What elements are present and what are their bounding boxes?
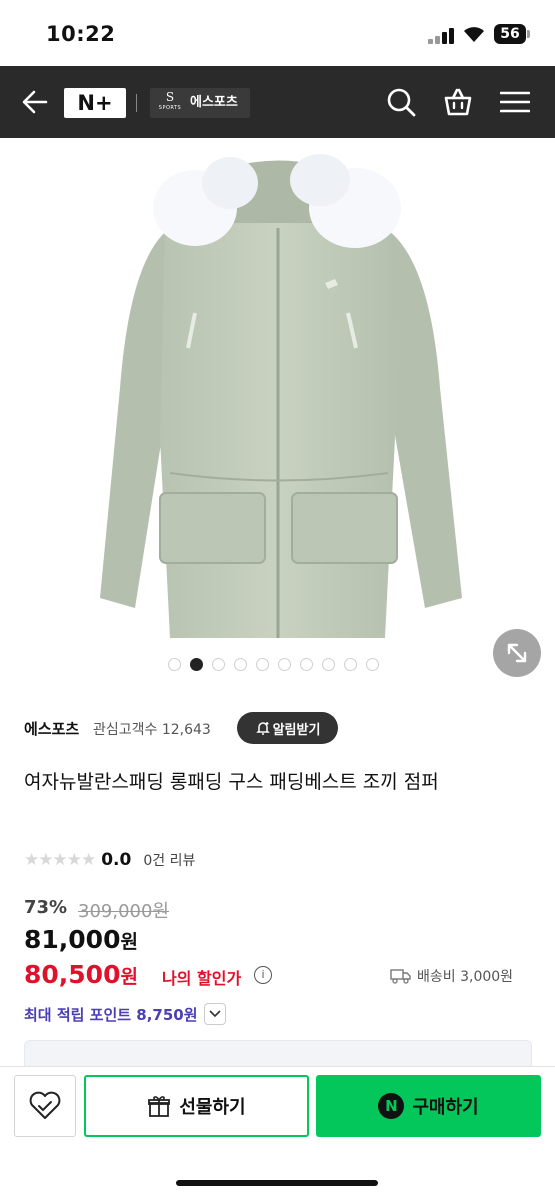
naver-pay-icon: N	[378, 1093, 405, 1119]
sale-price-value: 81,000	[24, 925, 121, 954]
product-title: 여자뉴발란스패딩 롱패딩 구스 패딩베스트 조끼 점퍼	[24, 771, 439, 793]
star-rating-icon: ★★★★★	[24, 850, 96, 870]
battery-tip	[527, 30, 530, 38]
points-text: 최대 적립 포인트 8,750원	[24, 1005, 198, 1024]
signal-icon	[428, 28, 456, 44]
image-pagination	[168, 658, 379, 672]
bell-plus-icon	[255, 722, 270, 735]
store-logo: S SPORTS	[155, 91, 185, 115]
pagination-dot[interactable]	[322, 658, 335, 671]
truck-icon	[390, 969, 411, 984]
status-bar: 10:22 56	[0, 0, 555, 66]
pagination-dot[interactable]	[212, 658, 225, 671]
pagination-dot[interactable]	[366, 658, 379, 671]
heart-check-icon	[29, 1091, 61, 1119]
max-points[interactable]: 최대 적립 포인트 8,750원	[24, 1003, 226, 1025]
battery-icon: 56	[494, 24, 526, 44]
status-time: 10:22	[46, 22, 116, 46]
search-button[interactable]	[384, 66, 418, 138]
my-price-unit: 원	[120, 966, 138, 988]
store-name: 에스포츠	[190, 95, 238, 110]
menu-button[interactable]	[498, 66, 532, 138]
search-icon	[387, 88, 416, 117]
pagination-dot[interactable]	[190, 658, 203, 671]
app-header: N+ S SPORTS 에스포츠	[0, 66, 555, 138]
expand-image-button[interactable]	[493, 629, 541, 677]
pagination-dot[interactable]	[256, 658, 269, 671]
pagination-dot[interactable]	[234, 658, 247, 671]
my-price-label: 나의 할인가	[162, 969, 242, 988]
rating-row[interactable]: ★★★★★ 0.0 0건 리뷰	[24, 850, 195, 870]
pagination-dot[interactable]	[278, 658, 291, 671]
my-price-value: 80,500	[24, 960, 121, 989]
header-divider	[136, 94, 137, 112]
hamburger-menu-icon	[500, 91, 530, 113]
sale-price-unit: 원	[120, 931, 138, 953]
expand-icon	[507, 643, 527, 663]
wishlist-button[interactable]	[14, 1075, 76, 1137]
shopping-bag-icon	[444, 88, 472, 116]
pagination-dot[interactable]	[344, 658, 357, 671]
back-button[interactable]	[18, 66, 52, 138]
store-logo-text: SPORTS	[158, 105, 182, 111]
chevron-down-icon	[203, 1003, 226, 1025]
shipping-text: 배송비 3,000원	[417, 969, 514, 985]
product-image[interactable]	[0, 138, 555, 686]
home-indicator	[176, 1180, 378, 1186]
seller-name[interactable]: 에스포츠	[24, 718, 79, 739]
buy-label: 구매하기	[412, 1097, 479, 1118]
back-arrow-icon	[22, 90, 48, 114]
nplus-logo[interactable]: N+	[64, 88, 126, 118]
notify-button[interactable]: 알림받기	[237, 712, 338, 744]
jacket-image	[100, 154, 462, 638]
gift-button[interactable]: 선물하기	[84, 1075, 309, 1137]
discount-rate: 73%	[24, 897, 68, 918]
gift-label: 선물하기	[179, 1097, 246, 1118]
notify-label: 알림받기	[272, 722, 321, 738]
wifi-icon	[464, 27, 484, 42]
pagination-dot[interactable]	[300, 658, 313, 671]
store-logo-letter: S	[165, 90, 175, 104]
buy-button[interactable]: N 구매하기	[316, 1075, 541, 1137]
review-count: 0건 리뷰	[143, 853, 196, 869]
store-badge[interactable]: S SPORTS 에스포츠	[150, 88, 250, 118]
pagination-dot[interactable]	[168, 658, 181, 671]
rating-score: 0.0	[101, 850, 132, 870]
info-icon[interactable]: i	[254, 966, 272, 984]
gift-icon	[148, 1096, 171, 1117]
follower-count: 관심고객수 12,643	[93, 722, 211, 738]
original-price: 309,000원	[78, 901, 169, 922]
shipping-fee: 배송비 3,000원	[390, 966, 513, 986]
sale-price: 81,000원	[24, 925, 138, 954]
cart-button[interactable]	[441, 66, 475, 138]
my-discount-price: 80,500원	[24, 960, 138, 989]
